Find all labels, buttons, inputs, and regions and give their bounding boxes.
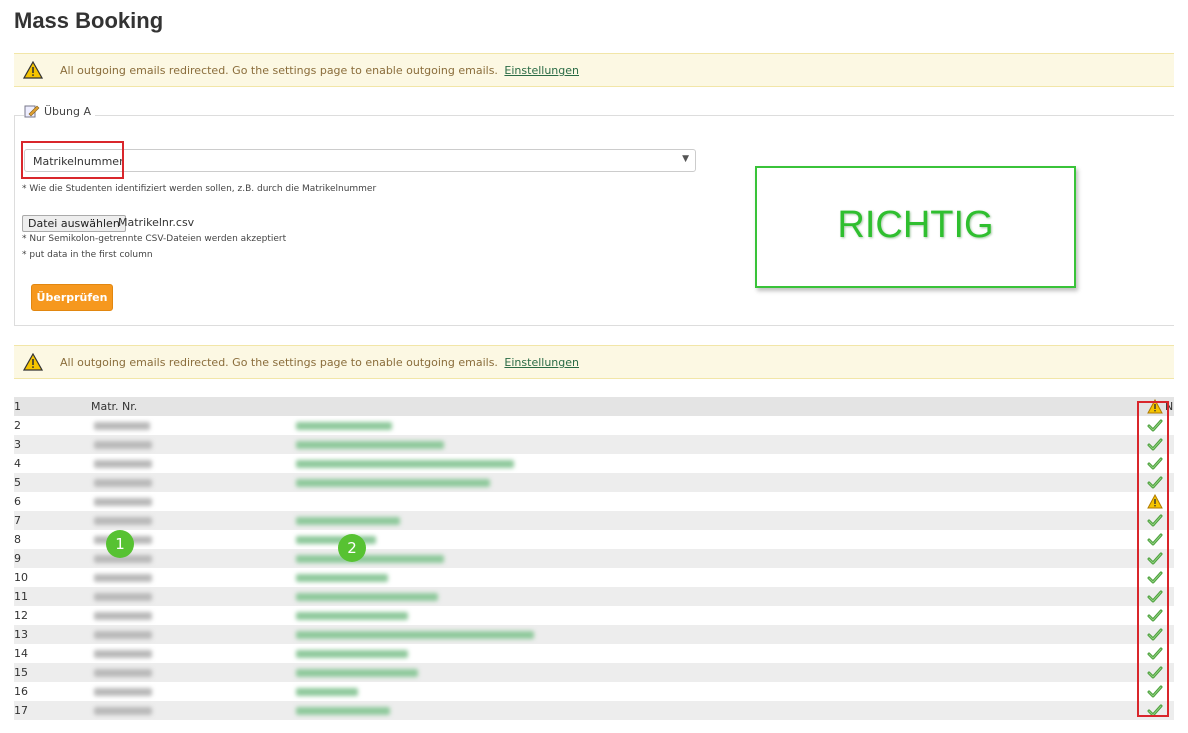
redacted-student-id [94, 688, 152, 696]
row-number: 15 [14, 666, 28, 679]
redacted-student-id [94, 631, 152, 639]
status-column-highlight-box [1137, 401, 1169, 717]
choose-file-button[interactable]: Datei auswählen [22, 215, 126, 232]
section-legend: Übung A [24, 104, 95, 118]
email-redirect-alert: All outgoing emails redirected. Go the s… [14, 53, 1174, 87]
table-row: 17 [14, 701, 1174, 720]
row-number: 6 [14, 495, 21, 508]
page-title: Mass Booking [14, 8, 164, 33]
page: Mass Booking All outgoing emails redirec… [0, 0, 1188, 733]
richtig-label: RICHTIG [837, 204, 994, 246]
redacted-student-name-link[interactable] [296, 707, 390, 715]
richtig-annotation: RICHTIG [755, 166, 1076, 288]
row-number: 3 [14, 438, 21, 451]
redacted-student-id [94, 517, 152, 525]
row-number: 14 [14, 647, 28, 660]
row-number: 12 [14, 609, 28, 622]
redacted-student-id [94, 707, 152, 715]
file-format-hint: * Nur Semikolon-getrennte CSV-Dateien we… [22, 234, 287, 244]
redacted-student-name-link[interactable] [296, 631, 534, 639]
chevron-down-icon: ▼ [682, 154, 689, 164]
warning-icon [23, 353, 43, 371]
check-button[interactable]: Überprüfen [31, 284, 113, 311]
redacted-student-name-link[interactable] [296, 593, 438, 601]
row-number: 11 [14, 590, 28, 603]
redacted-student-name-link[interactable] [296, 422, 392, 430]
redacted-student-name-link[interactable] [296, 650, 408, 658]
step-badge: 2 [338, 534, 366, 562]
redacted-student-name-link[interactable] [296, 555, 444, 563]
table-row: 6 [14, 492, 1174, 511]
redacted-student-name-link[interactable] [296, 479, 490, 487]
table-row: 5 [14, 473, 1174, 492]
section-label: Übung A [44, 104, 91, 118]
identifier-select[interactable]: Matrikelnummer ▼ [24, 149, 696, 172]
alert-message: All outgoing emails redirected. Go the s… [60, 356, 498, 369]
redacted-student-id [94, 650, 152, 658]
row-number: 5 [14, 476, 21, 489]
table-row: 4 [14, 454, 1174, 473]
table-row: 7 [14, 511, 1174, 530]
redacted-student-id [94, 441, 152, 449]
alert-message: All outgoing emails redirected. Go the s… [60, 64, 498, 77]
results-table: 1 Matr. Nr. N 2 3 4 5 6 7 8 9 10 11 12 13 14 15 16 17 [14, 397, 1174, 720]
redacted-student-name-link[interactable] [296, 460, 514, 468]
table-row: 2 [14, 416, 1174, 435]
redacted-student-id [94, 669, 152, 677]
redacted-student-id [94, 422, 150, 430]
redacted-student-id [94, 612, 152, 620]
table-row: 10 [14, 568, 1174, 587]
redacted-student-name-link[interactable] [296, 574, 388, 582]
table-row: 15 [14, 663, 1174, 682]
redacted-student-id [94, 574, 152, 582]
redacted-student-name-link[interactable] [296, 441, 444, 449]
warning-icon [23, 61, 43, 79]
table-row: 14 [14, 644, 1174, 663]
settings-link[interactable]: Einstellungen [504, 356, 579, 369]
redacted-student-name-link[interactable] [296, 688, 358, 696]
edit-icon [24, 105, 40, 118]
table-row: 16 [14, 682, 1174, 701]
table-row: 3 [14, 435, 1174, 454]
table-row: 8 [14, 530, 1174, 549]
table-row: 12 [14, 606, 1174, 625]
settings-link[interactable]: Einstellungen [504, 64, 579, 77]
redacted-student-id [94, 460, 152, 468]
table-row: 9 [14, 549, 1174, 568]
column-header-matr-nr: Matr. Nr. [91, 400, 138, 413]
first-column-hint: * put data in the first column [22, 250, 153, 260]
row-number: 1 [14, 400, 21, 413]
redacted-student-id [94, 498, 152, 506]
row-number: 2 [14, 419, 21, 432]
row-number: 10 [14, 571, 28, 584]
redacted-student-id [94, 479, 152, 487]
row-number: 16 [14, 685, 28, 698]
row-number: 13 [14, 628, 28, 641]
email-redirect-alert: All outgoing emails redirected. Go the s… [14, 345, 1174, 379]
step-badge: 1 [106, 530, 134, 558]
table-row: 13 [14, 625, 1174, 644]
row-number: 9 [14, 552, 21, 565]
table-header-row: 1 Matr. Nr. N [14, 397, 1174, 416]
row-number: 4 [14, 457, 21, 470]
redacted-student-name-link[interactable] [296, 517, 400, 525]
select-highlight-box [21, 141, 124, 179]
row-number: 17 [14, 704, 28, 717]
redacted-student-id [94, 593, 152, 601]
row-number: 8 [14, 533, 21, 546]
row-number: 7 [14, 514, 21, 527]
table-row: 11 [14, 587, 1174, 606]
identifier-hint: * Wie die Studenten identifiziert werden… [22, 184, 377, 194]
selected-file-name: Matrikelnr.csv [118, 216, 195, 229]
redacted-student-name-link[interactable] [296, 669, 418, 677]
redacted-student-name-link[interactable] [296, 612, 408, 620]
